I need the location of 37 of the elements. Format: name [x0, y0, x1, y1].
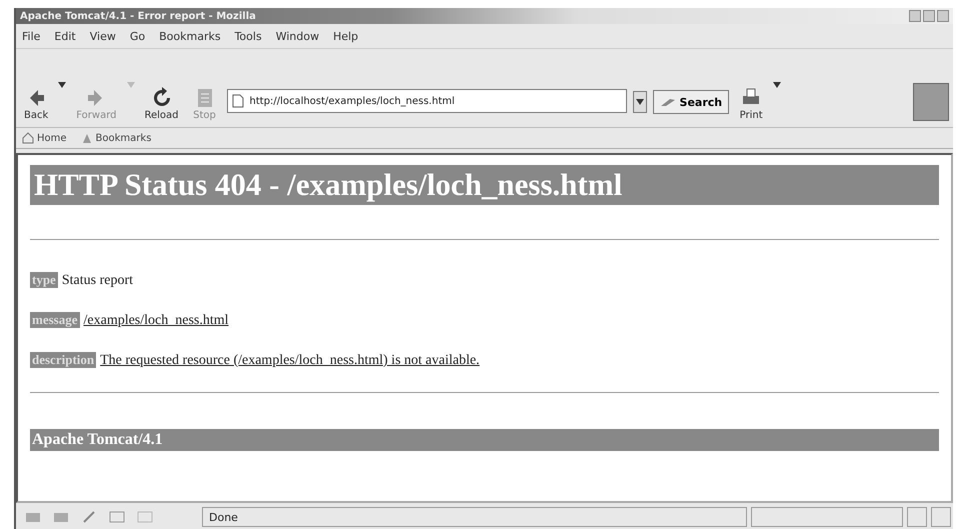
menu-item[interactable]: Window	[276, 30, 320, 42]
close-button[interactable]	[937, 10, 949, 22]
status-text: Done	[202, 507, 747, 527]
field-value: The requested resource (/examples/loch_ness.html) is not available.	[100, 353, 480, 369]
toolbar-button[interactable]: Reload	[140, 86, 183, 121]
menu-item[interactable]: View	[90, 30, 116, 42]
menu-item[interactable]: Go	[130, 30, 146, 42]
bookmark-icon	[80, 132, 93, 144]
page-heading: HTTP Status 404 - /examples/loch_ness.html	[30, 165, 939, 205]
page-icon	[232, 94, 244, 108]
minimize-button[interactable]	[909, 10, 921, 22]
dropdown-caret-icon[interactable]	[58, 82, 66, 88]
address-field[interactable]: http://localhost/examples/loch_ness.html	[226, 89, 627, 113]
field-value: Status report	[62, 273, 133, 289]
menu-item[interactable]: Bookmarks	[159, 30, 221, 42]
server-footer: Apache Tomcat/4.1	[30, 429, 939, 451]
window-title: Apache Tomcat/4.1 - Error report - Mozilla	[20, 10, 256, 22]
dropdown-caret-icon[interactable]	[773, 82, 782, 88]
bookmark-link[interactable]: Bookmarks	[80, 132, 152, 144]
connection-icon	[907, 507, 927, 527]
house-icon	[22, 132, 34, 144]
menu-item[interactable]: Edit	[54, 30, 76, 42]
maximize-button[interactable]	[923, 10, 935, 22]
caret-icon	[636, 99, 644, 105]
bookmark-link[interactable]: Home	[22, 132, 67, 144]
field-label: type	[30, 272, 58, 288]
field-label: message	[30, 312, 80, 328]
print-button[interactable]: Print	[735, 86, 768, 121]
toolbar-button[interactable]: Back	[20, 86, 52, 121]
dropdown-button[interactable]	[632, 91, 647, 113]
lock-icon	[931, 507, 951, 527]
field-label: description	[30, 352, 96, 368]
menu-item[interactable]: File	[22, 30, 40, 42]
field-value: /examples/loch_ness.html	[84, 313, 229, 329]
search-button[interactable]: Search	[652, 90, 730, 114]
menu-item[interactable]: Help	[333, 30, 358, 42]
menu-item[interactable]: Tools	[234, 30, 262, 42]
